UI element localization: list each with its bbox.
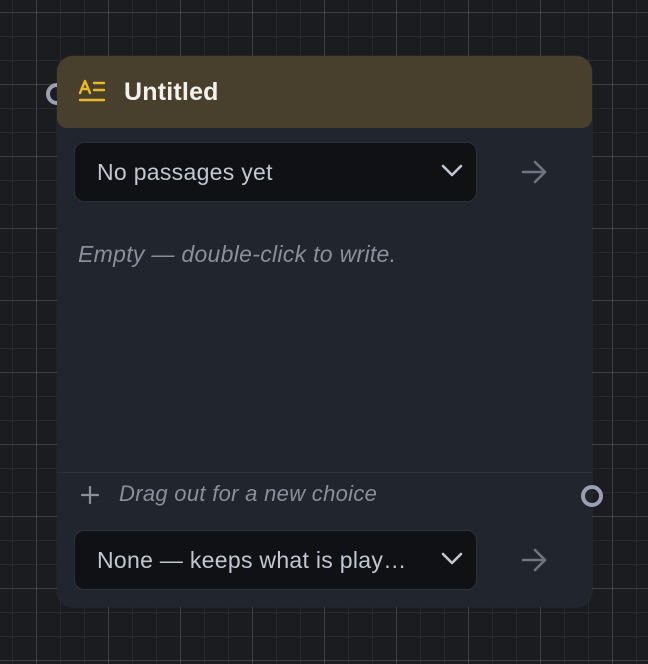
arrow-right-icon bbox=[521, 548, 547, 572]
passage-node[interactable]: Untitled No passages yet Empty — double-… bbox=[57, 56, 592, 607]
passage-content-placeholder[interactable]: Empty — double-click to write. bbox=[78, 236, 396, 272]
add-choice-handle[interactable]: Drag out for a new choice bbox=[57, 474, 592, 518]
plus-icon bbox=[80, 485, 100, 505]
divider bbox=[57, 472, 592, 473]
passage-select-value: No passages yet bbox=[97, 159, 273, 185]
node-title[interactable]: Untitled bbox=[124, 75, 219, 109]
chevron-down-icon bbox=[441, 164, 463, 177]
passage-select[interactable]: No passages yet bbox=[74, 142, 477, 202]
output-port[interactable] bbox=[581, 485, 603, 507]
text-passage-icon bbox=[78, 79, 106, 102]
go-to-music-button[interactable] bbox=[517, 542, 553, 578]
add-choice-label: Drag out for a new choice bbox=[119, 481, 378, 506]
node-header[interactable]: Untitled bbox=[57, 56, 592, 128]
music-select-value: None — keeps what is play… bbox=[97, 547, 407, 573]
arrow-right-icon bbox=[521, 160, 547, 184]
go-to-passage-button[interactable] bbox=[517, 154, 553, 190]
chevron-down-icon bbox=[441, 552, 463, 565]
music-select[interactable]: None — keeps what is play… bbox=[74, 530, 477, 590]
